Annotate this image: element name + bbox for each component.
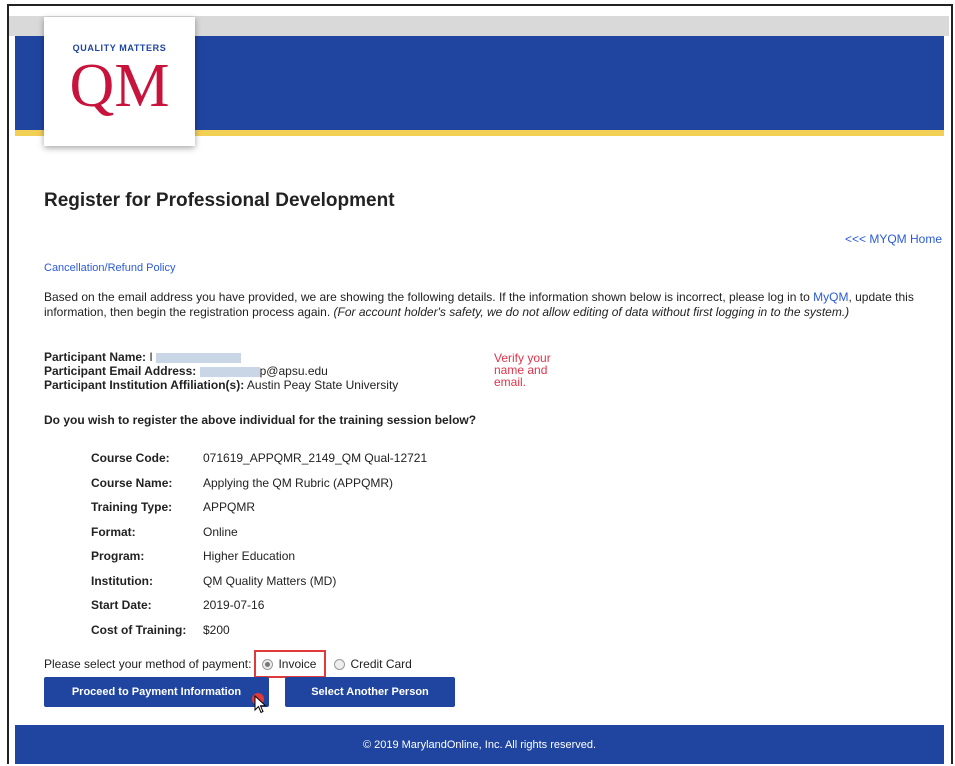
- redacted-name: [156, 352, 242, 363]
- page-title: Register for Professional Development: [44, 190, 395, 211]
- payment-method-row: Please select your method of payment: In…: [44, 650, 412, 678]
- myqm-link[interactable]: MyQM: [813, 290, 848, 304]
- detail-value: 071619_APPQMR_2149_QM Qual-12721: [203, 451, 428, 466]
- participant-affiliation-row: Participant Institution Affiliation(s): …: [44, 378, 398, 392]
- detail-value: APPQMR: [203, 500, 256, 515]
- detail-row-format: Format: Online: [91, 520, 427, 545]
- invoice-radio[interactable]: [262, 658, 274, 670]
- detail-value: QM Quality Matters (MD): [203, 573, 337, 588]
- detail-value: Applying the QM Rubric (APPQMR): [203, 475, 394, 490]
- participant-affiliation-value: Austin Peay State University: [246, 378, 399, 392]
- detail-row-institution: Institution: QM Quality Matters (MD): [91, 569, 427, 594]
- credit-card-label[interactable]: Credit Card: [350, 657, 411, 671]
- participant-name-label: Participant Name:: [44, 350, 147, 364]
- footer: © 2019 MarylandOnline, Inc. All rights r…: [15, 725, 944, 764]
- participant-name-value: I: [149, 350, 153, 364]
- detail-row-program: Program: Higher Education: [91, 544, 427, 569]
- cancellation-policy-link[interactable]: Cancellation/Refund Policy: [44, 262, 175, 274]
- course-details: Course Code: 071619_APPQMR_2149_QM Qual-1…: [91, 446, 427, 642]
- detail-label: Training Type:: [91, 500, 173, 515]
- intro-paragraph: Based on the email address you have prov…: [44, 290, 944, 320]
- logo-letters: QM: [69, 52, 170, 120]
- qm-logo[interactable]: QUALITY MATTERS QM: [44, 17, 195, 146]
- intro-text-start: Based on the email address you have prov…: [44, 290, 814, 304]
- detail-row-course-name: Course Name: Applying the QM Rubric (APPQ…: [91, 471, 427, 496]
- participant-info: Participant Name: I Participant Email Ad…: [44, 350, 398, 392]
- detail-row-cost: Cost of Training: $200: [91, 618, 427, 643]
- detail-label: Program:: [91, 549, 145, 564]
- detail-label: Course Code:: [91, 451, 170, 466]
- detail-label: Cost of Training:: [91, 622, 187, 637]
- detail-value: Online: [203, 524, 238, 539]
- invoice-highlight-box: Invoice: [254, 650, 327, 678]
- detail-value: Higher Education: [203, 549, 296, 564]
- detail-row-training-type: Training Type: APPQMR: [91, 495, 427, 520]
- participant-email-row: Participant Email Address: p@apsu.edu: [44, 364, 398, 378]
- detail-row-course-code: Course Code: 071619_APPQMR_2149_QM Qual-1…: [91, 446, 427, 471]
- credit-card-radio[interactable]: [334, 658, 346, 670]
- myqm-home-link[interactable]: <<< MYQM Home: [845, 232, 942, 246]
- detail-label: Start Date:: [91, 598, 152, 613]
- participant-name-row: Participant Name: I: [44, 350, 398, 364]
- register-question: Do you wish to register the above indivi…: [44, 413, 477, 427]
- proceed-to-payment-button[interactable]: Proceed to Payment Information: [44, 677, 269, 707]
- detail-label: Institution:: [91, 573, 153, 588]
- detail-label: Format:: [91, 524, 136, 539]
- participant-email-label: Participant Email Address:: [44, 364, 197, 378]
- detail-value: 2019-07-16: [203, 598, 265, 613]
- detail-row-start-date: Start Date: 2019-07-16: [91, 593, 427, 618]
- mouse-cursor-icon: [254, 695, 267, 714]
- verify-annotation: Verify your name and email.: [494, 351, 551, 389]
- participant-affiliation-label: Participant Institution Affiliation(s):: [44, 378, 245, 392]
- detail-label: Course Name:: [91, 475, 173, 490]
- intro-text-italic: (For account holder's safety, we do not …: [333, 305, 850, 319]
- footer-copyright: © 2019 MarylandOnline, Inc. All rights r…: [362, 739, 597, 751]
- redacted-email: [199, 366, 260, 377]
- select-another-person-button[interactable]: Select Another Person: [285, 677, 455, 707]
- invoice-label[interactable]: Invoice: [278, 657, 316, 671]
- detail-value: $200: [203, 622, 230, 637]
- payment-prompt: Please select your method of payment:: [44, 657, 252, 671]
- participant-email-value: p@apsu.edu: [259, 364, 328, 378]
